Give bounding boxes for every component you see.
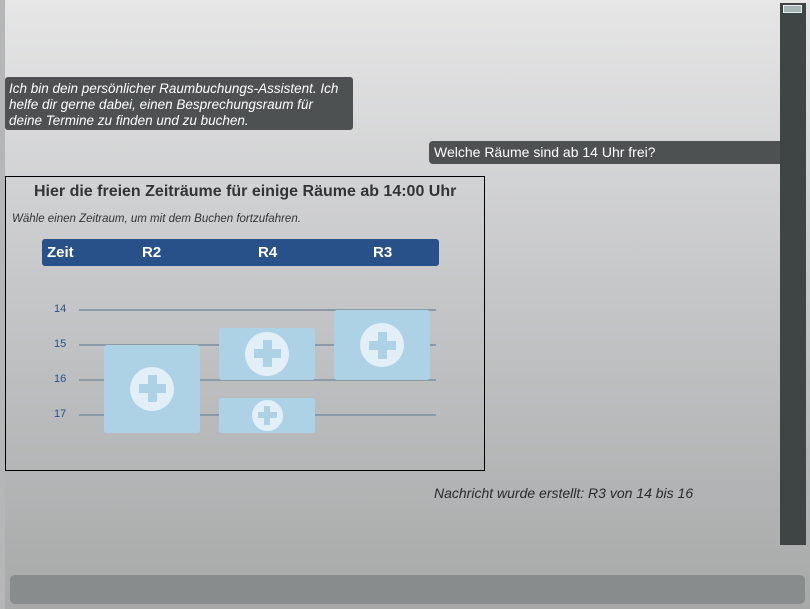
free-slot-r4[interactable] xyxy=(219,397,315,433)
plus-circle-icon xyxy=(360,323,404,367)
plus-bar-vertical xyxy=(377,331,387,359)
schedule-grid: 14 15 16 17 xyxy=(6,177,486,472)
plus-circle-icon xyxy=(245,331,289,376)
user-message: Welche Räume sind ab 14 Uhr frei? xyxy=(429,141,780,164)
scroll-thumb[interactable] xyxy=(783,5,802,13)
free-slot-r2[interactable] xyxy=(104,345,200,433)
free-slot-r4[interactable] xyxy=(219,327,315,380)
free-slots-card: Hier die freien Zeiträume für einige Räu… xyxy=(5,176,485,471)
plus-bar-vertical xyxy=(262,340,272,368)
hour-label: 16 xyxy=(54,373,67,385)
confirmation-message: Nachricht wurde erstellt: R3 von 14 bis … xyxy=(430,481,780,505)
plus-circle-icon xyxy=(251,399,283,431)
hour-label: 15 xyxy=(54,338,67,350)
plus-circle-icon xyxy=(130,366,174,411)
hour-label: 17 xyxy=(54,408,67,420)
scrollbar[interactable] xyxy=(780,3,806,545)
message-input[interactable] xyxy=(10,575,805,604)
plus-bar-vertical xyxy=(264,405,270,425)
bot-message: Ich bin dein persönlicher Raumbuchungs-A… xyxy=(5,77,353,130)
hour-label: 14 xyxy=(54,303,67,315)
free-slot-r3[interactable] xyxy=(334,310,430,380)
plus-bar-vertical xyxy=(147,375,157,403)
